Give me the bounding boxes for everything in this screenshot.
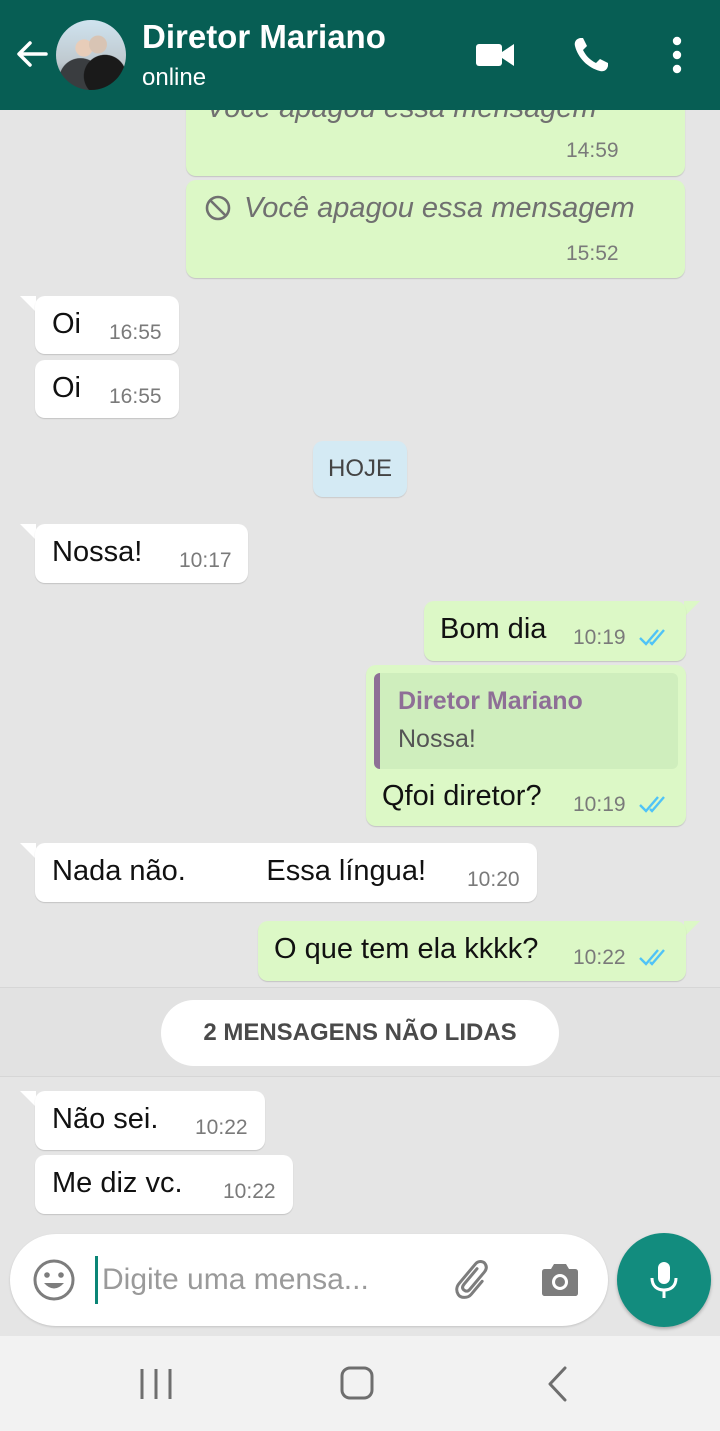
message-bubble-outgoing[interactable]: Você apagou essa mensagem 15:52: [186, 180, 685, 278]
video-call-icon[interactable]: [470, 30, 520, 80]
quote-text: Nossa!: [398, 725, 476, 753]
message-text: Nada não. Essa língua!: [52, 855, 426, 887]
message-text: Não sei.: [52, 1103, 159, 1135]
paperclip-icon[interactable]: [450, 1256, 498, 1304]
more-options-icon[interactable]: [652, 30, 702, 80]
read-receipt-icon: [639, 629, 665, 646]
message-text: Qfoi diretor?: [382, 780, 542, 812]
message-bubble-incoming[interactable]: Nossa! 10:17: [35, 524, 248, 583]
phone-call-icon[interactable]: [566, 30, 616, 80]
message-text: Você apagou essa mensagem: [244, 192, 635, 224]
message-time: 10:19: [573, 793, 626, 816]
read-receipt-icon: [639, 796, 665, 813]
message-text: Oi: [52, 308, 81, 340]
message-text: Nossa!: [52, 536, 143, 568]
message-text: Bom dia: [440, 613, 547, 645]
message-bubble-incoming[interactable]: Nada não. Essa língua! 10:20: [35, 843, 537, 902]
unread-separator: 2 MENSAGENS NÃO LIDAS: [0, 987, 720, 1077]
contact-status: online: [142, 64, 207, 91]
message-input[interactable]: [102, 1252, 432, 1308]
message-bubble-outgoing[interactable]: Bom dia 10:19: [424, 601, 686, 661]
message-time: 14:59: [566, 139, 619, 162]
contact-avatar[interactable]: [56, 20, 126, 90]
message-composer: [10, 1234, 608, 1326]
bubble-tail: [20, 296, 36, 312]
message-time: 10:22: [195, 1116, 248, 1139]
message-bubble-outgoing[interactable]: O que tem ela kkkk? 10:22: [258, 921, 686, 981]
bubble-tail: [20, 843, 36, 859]
deleted-message-icon: [205, 195, 231, 221]
message-text: Oi: [52, 372, 81, 404]
message-time: 10:17: [179, 549, 232, 572]
bubble-tail: [684, 921, 700, 937]
message-time: 10:22: [573, 946, 626, 969]
message-time: 16:55: [109, 321, 162, 344]
system-navigation-bar: [0, 1336, 720, 1431]
home-icon[interactable]: [331, 1360, 383, 1408]
contact-name[interactable]: Diretor Mariano: [142, 18, 386, 56]
message-bubble-incoming[interactable]: Me diz vc. 10:22: [35, 1155, 293, 1214]
bubble-tail: [20, 1091, 36, 1107]
unread-messages-label: 2 MENSAGENS NÃO LIDAS: [161, 1000, 559, 1066]
read-receipt-icon: [639, 949, 665, 966]
message-time: 10:22: [223, 1180, 276, 1203]
message-time: 16:55: [109, 385, 162, 408]
message-text: Me diz vc.: [52, 1167, 183, 1199]
message-bubble-incoming[interactable]: Oi 16:55: [35, 360, 179, 418]
message-time: 10:19: [573, 626, 626, 649]
quoted-message[interactable]: Diretor Mariano Nossa!: [374, 673, 678, 769]
message-text: O que tem ela kkkk?: [274, 933, 539, 965]
quote-author: Diretor Mariano: [398, 687, 583, 715]
back-nav-icon[interactable]: [536, 1362, 580, 1406]
message-time: 15:52: [566, 242, 619, 265]
bubble-tail: [684, 601, 700, 617]
back-arrow-icon[interactable]: [12, 34, 52, 74]
text-cursor: [95, 1256, 98, 1304]
emoji-icon[interactable]: [30, 1256, 78, 1304]
camera-icon[interactable]: [536, 1256, 584, 1304]
microphone-icon: [650, 1262, 678, 1298]
chat-header: Diretor Mariano online: [0, 0, 720, 110]
date-separator: HOJE: [313, 441, 407, 497]
bubble-tail: [20, 524, 36, 540]
message-bubble-incoming[interactable]: Não sei. 10:22: [35, 1091, 265, 1150]
voice-message-button[interactable]: [617, 1233, 711, 1327]
message-bubble-incoming[interactable]: Oi 16:55: [35, 296, 179, 354]
recent-apps-icon[interactable]: [130, 1364, 182, 1404]
message-time: 10:20: [467, 868, 520, 891]
